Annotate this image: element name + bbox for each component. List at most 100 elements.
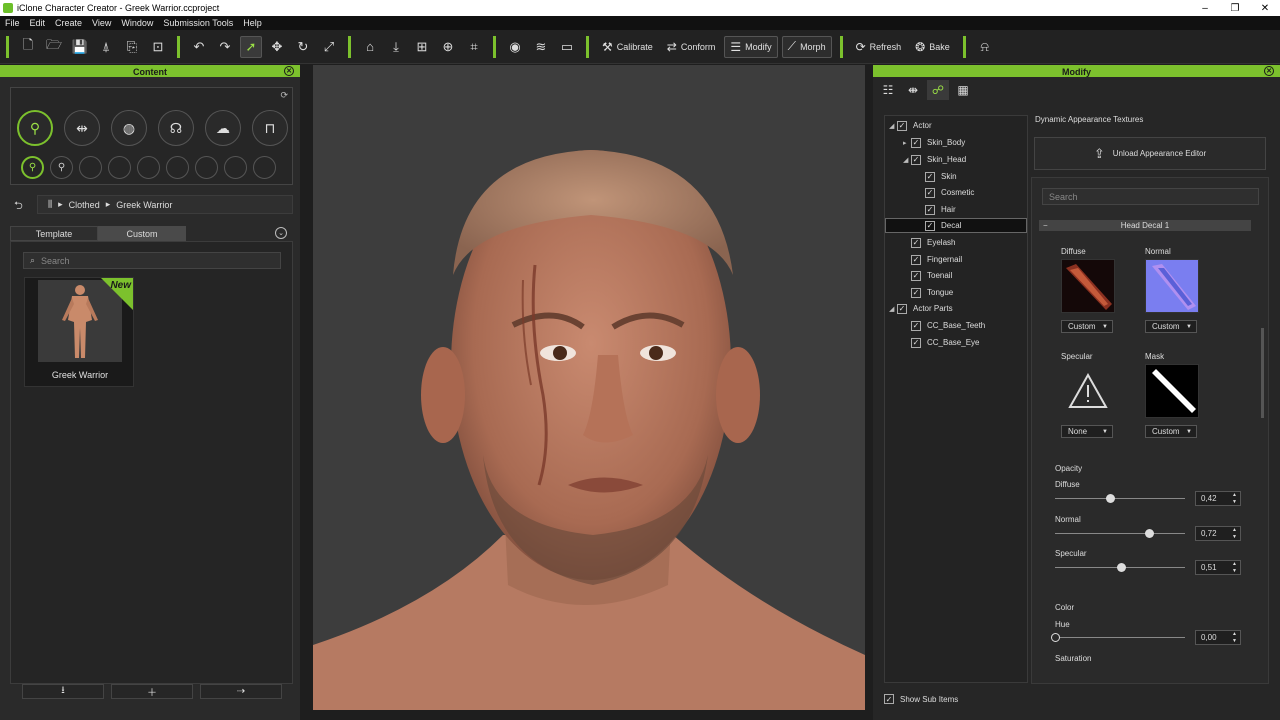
category-clothing-icon[interactable]: ⊓ (252, 110, 288, 146)
drop-to-floor-icon[interactable]: ⤓ (385, 36, 407, 58)
opacity-normal-slider[interactable] (1144, 529, 1154, 538)
hue-slider[interactable] (1051, 633, 1060, 642)
tree-item-toenail[interactable]: ✓ Toenail (911, 268, 952, 283)
back-icon[interactable]: ⮌ (14, 197, 23, 216)
opacity-diffuse-spinbox[interactable]: 0,42 ▲ ▼ (1195, 491, 1241, 506)
menu-help[interactable]: Help (238, 18, 267, 28)
normal-texture-slot[interactable] (1145, 259, 1199, 313)
tab-texture-checker-icon[interactable]: ▦ (952, 80, 974, 100)
shading-icon[interactable]: ▭ (556, 36, 578, 58)
3d-viewport[interactable] (313, 65, 865, 710)
tree-item-skin-body[interactable]: ▸ ✓ Skin_Body (903, 135, 965, 150)
screenshot-icon[interactable]: ⊡ (147, 36, 169, 58)
hue-track[interactable] (1055, 637, 1185, 638)
tab-material-icon[interactable]: ☍ (927, 79, 949, 100)
subcategory-empty-slot[interactable] (137, 156, 160, 179)
tree-item-skin-head[interactable]: ◢ ✓ Skin_Head (903, 152, 966, 167)
menu-view[interactable]: View (87, 18, 116, 28)
eye-icon[interactable]: ◉ (504, 36, 526, 58)
add-item-button[interactable]: ＋ (111, 684, 193, 699)
category-morph-icon[interactable]: ⇹ (64, 110, 100, 146)
checkbox[interactable]: ✓ (911, 287, 921, 298)
checkbox[interactable]: ✓ (925, 171, 935, 182)
tree-item-actor-parts[interactable]: ◢ ✓ Actor Parts (889, 301, 953, 316)
breadcrumb-item-clothed[interactable]: Clothed (69, 200, 100, 210)
opacity-specular-slider[interactable] (1117, 563, 1127, 572)
menu-window[interactable]: Window (116, 18, 158, 28)
checkbox[interactable]: ✓ (925, 187, 935, 198)
tree-item-cc-base-eye[interactable]: ✓ CC_Base_Eye (911, 335, 979, 350)
category-head-icon[interactable]: ☊ (158, 110, 194, 146)
show-sub-items-checkbox[interactable]: ✓ Show Sub Items (884, 694, 958, 704)
breadcrumb-home-icon[interactable]: ⫼ (48, 199, 52, 210)
select-arrow-icon[interactable]: ➚ (240, 35, 262, 58)
tree-item-hair[interactable]: ✓ Hair (925, 202, 956, 217)
refresh-button[interactable]: ⟳ Refresh (851, 36, 907, 58)
opacity-diffuse-track[interactable] (1055, 498, 1185, 499)
mask-texture-slot[interactable] (1145, 364, 1199, 418)
load-character-icon[interactable]: ⍋ (95, 36, 117, 58)
tree-item-cc-base-teeth[interactable]: ✓ CC_Base_Teeth (911, 318, 985, 333)
export-icon[interactable]: ⎘ (121, 36, 143, 58)
spin-arrows-icon[interactable]: ▲ ▼ (1232, 561, 1237, 575)
spin-arrows-icon[interactable]: ▲ ▼ (1232, 631, 1237, 645)
checkbox[interactable]: ✓ (911, 270, 921, 281)
spin-arrows-icon[interactable]: ▲ ▼ (1232, 527, 1237, 541)
checkbox[interactable]: ✓ (884, 694, 894, 704)
tree-item-cosmetic[interactable]: ✓ Cosmetic (925, 185, 974, 200)
tab-custom[interactable]: Custom (98, 226, 186, 241)
checkbox[interactable]: ✓ (897, 303, 907, 314)
diffuse-mode-dropdown[interactable]: Custom ▼ (1061, 320, 1113, 333)
home-view-icon[interactable]: ⌂ (359, 36, 381, 58)
tree-item-actor[interactable]: ◢ ✓ Actor (889, 118, 932, 133)
menu-edit[interactable]: Edit (25, 18, 51, 28)
calibrate-button[interactable]: ⚒ Calibrate (597, 36, 658, 58)
focus-icon[interactable]: ⊕ (437, 36, 459, 58)
open-folder-icon[interactable]: 🗁 (43, 36, 65, 58)
opacity-normal-track[interactable] (1055, 533, 1185, 534)
properties-scrollbar[interactable] (1261, 328, 1264, 418)
decal-search-input[interactable]: Search (1042, 188, 1259, 205)
checkbox[interactable]: ✓ (911, 154, 921, 165)
menu-create[interactable]: Create (50, 18, 87, 28)
new-file-icon[interactable]: 🗋 (17, 36, 39, 58)
unload-appearance-editor-button[interactable]: ⇪ Unload Appearance Editor (1034, 137, 1266, 170)
normal-mode-dropdown[interactable]: Custom ▼ (1145, 320, 1197, 333)
subcategory-empty-slot[interactable] (253, 156, 276, 179)
subcategory-empty-slot[interactable] (195, 156, 218, 179)
scale-icon[interactable]: ⤢ (318, 36, 340, 58)
opacity-normal-spinbox[interactable]: 0,72 ▲ ▼ (1195, 526, 1241, 541)
checkbox[interactable]: ✓ (925, 204, 935, 215)
subcategory-empty-slot[interactable] (166, 156, 189, 179)
conform-button[interactable]: ⇄ Conform (662, 36, 721, 58)
breadcrumb-item-greek-warrior[interactable]: Greek Warrior (116, 200, 172, 210)
checkbox[interactable]: ✓ (925, 220, 935, 231)
category-character-icon[interactable]: ⚲ (17, 110, 53, 146)
content-panel-close-icon[interactable]: ✕ (284, 66, 294, 76)
bake-button[interactable]: ❂ Bake (910, 36, 955, 58)
menu-file[interactable]: File (0, 18, 25, 28)
tree-item-skin[interactable]: ✓ Skin (925, 169, 957, 184)
head-decal-header[interactable]: − Head Decal 1 (1039, 220, 1251, 231)
checkbox[interactable]: ✓ (911, 237, 921, 248)
opacity-specular-spinbox[interactable]: 0,51 ▲ ▼ (1195, 560, 1241, 575)
hue-spinbox[interactable]: 0,00 ▲ ▼ (1195, 630, 1241, 645)
undo-icon[interactable]: ↶ (188, 36, 210, 58)
transfer-item-button[interactable]: ⇢ (200, 684, 282, 699)
fit-view-icon[interactable]: ⌗ (463, 36, 485, 58)
checkbox[interactable]: ✓ (911, 254, 921, 265)
checkbox[interactable]: ✓ (911, 137, 921, 148)
checkbox[interactable]: ✓ (897, 120, 907, 131)
close-button[interactable]: ✕ (1250, 0, 1280, 16)
refresh-small-icon[interactable]: ⟳ (280, 90, 288, 101)
library-item-greek-warrior[interactable]: New Greek Warrior (24, 277, 134, 387)
menu-submission-tools[interactable]: Submission Tools (158, 18, 238, 28)
subcategory-empty-slot[interactable] (108, 156, 131, 179)
warning-icon[interactable] (1061, 364, 1115, 418)
subcategory-empty-slot[interactable] (224, 156, 247, 179)
redo-icon[interactable]: ↷ (214, 36, 236, 58)
modify-button[interactable]: ☰ Modify (724, 35, 778, 58)
specular-mode-dropdown[interactable]: None ▼ (1061, 425, 1113, 438)
diffuse-texture-slot[interactable] (1061, 259, 1115, 313)
subcategory-naked-icon[interactable]: ⚲ (50, 156, 73, 179)
